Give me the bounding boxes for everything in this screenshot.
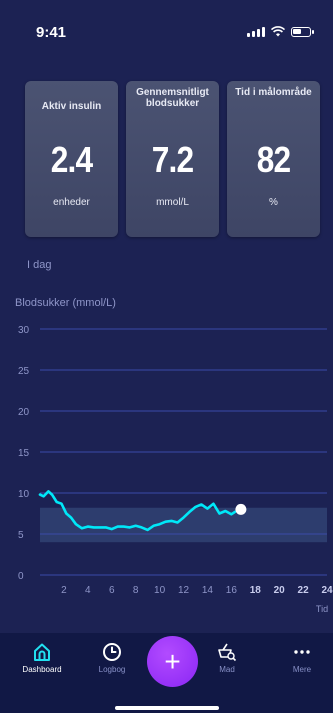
nav-mad-label: Mad: [219, 665, 235, 674]
card-unit: enheder: [53, 197, 90, 208]
home-indicator: [115, 706, 219, 710]
nav-mere[interactable]: Mere: [272, 641, 332, 674]
x-tick-label: 14: [202, 585, 214, 596]
nav-mere-label: Mere: [292, 665, 312, 674]
card-title: Aktiv insulin: [41, 101, 102, 112]
battery-icon: [291, 26, 314, 37]
x-tick-label: 16: [226, 585, 238, 596]
y-tick-label: 25: [18, 366, 30, 377]
y-tick-label: 30: [18, 325, 30, 336]
home-icon: [34, 643, 50, 661]
glucose-chart-svg: 0510152025302 4 6 8 10 12 14 16 18 20 22 24Tid: [18, 325, 333, 614]
card-value: 82: [256, 139, 291, 180]
status-bar: 9:41: [0, 0, 333, 60]
x-tick-label: 8: [133, 585, 139, 596]
add-button[interactable]: +: [147, 636, 198, 687]
avg-glucose-card[interactable]: Gennemsnitligt blodsukker 7.2 mmol/L: [126, 81, 219, 237]
y-tick-label: 20: [18, 407, 30, 418]
x-tick-label: 12: [178, 585, 190, 596]
status-icons: [247, 26, 314, 37]
nav-mad[interactable]: Mad: [197, 641, 257, 674]
nav-logbog-label: Logbog: [98, 665, 126, 674]
y-tick-label: 10: [18, 489, 30, 500]
x-tick-label: 18: [250, 585, 262, 596]
card-unit: %: [269, 197, 278, 208]
x-tick-label: 22: [298, 585, 310, 596]
x-tick-label: 4: [85, 585, 91, 596]
nav-logbog[interactable]: Logbog: [82, 641, 142, 674]
y-tick-label: 5: [18, 530, 24, 541]
stats-cards: Aktiv insulin 2.4 enheder Gennemsnitligt…: [25, 81, 320, 237]
x-tick-label: 6: [109, 585, 115, 596]
x-tick-label: 20: [274, 585, 286, 596]
card-title: Gennemsnitligt blodsukker: [136, 87, 209, 109]
card-value: 7.2: [151, 139, 194, 180]
card-value: 2.4: [50, 139, 93, 180]
target-range-band: [40, 507, 327, 543]
card-unit: mmol/L: [156, 197, 189, 208]
time-in-range-card[interactable]: Tid i målområde 82 %: [227, 81, 320, 237]
x-tick-label: 24: [321, 585, 333, 596]
cellular-signal-icon: [247, 26, 265, 37]
current-value-marker: [235, 503, 247, 515]
card-title: Tid i målområde: [235, 87, 312, 98]
nav-dashboard[interactable]: Dashboard: [12, 641, 72, 674]
nav-dashboard-label: Dashboard: [22, 665, 62, 674]
active-insulin-card[interactable]: Aktiv insulin 2.4 enheder: [25, 81, 118, 237]
wifi-icon: [271, 26, 285, 37]
y-tick-label: 15: [18, 448, 30, 459]
glucose-chart: Blodsukker (mmol/L) 0 5 10 15 20 25 30 2 4 6 8 10 12…: [0, 290, 333, 630]
status-time: 9:41: [36, 24, 67, 41]
period-label[interactable]: I dag: [27, 259, 51, 271]
x-tick-label: 10: [154, 585, 166, 596]
clock-icon: [103, 643, 121, 661]
y-tick-label: 0: [18, 571, 24, 582]
x-tick-label: 2: [61, 585, 67, 596]
food-scale-icon: [218, 643, 237, 662]
x-axis-label: Tid: [316, 604, 328, 614]
more-dots-icon: [294, 650, 310, 654]
